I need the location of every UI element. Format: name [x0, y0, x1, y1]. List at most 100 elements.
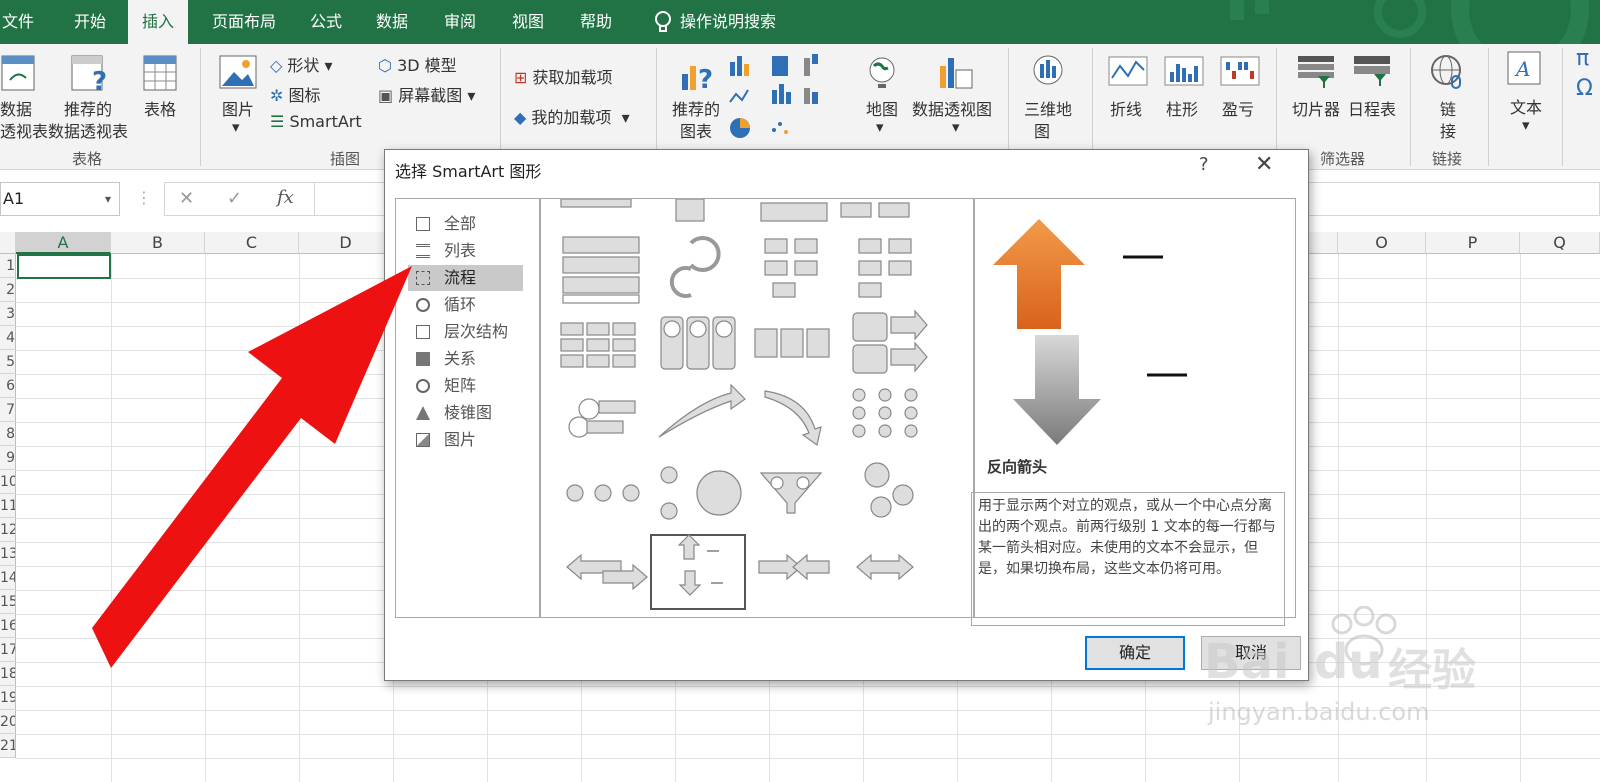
cancel-entry-icon[interactable]: ✕	[179, 188, 194, 209]
pivot-table-label-1[interactable]: 数据	[0, 96, 32, 120]
row-header[interactable]: 13	[0, 542, 16, 566]
row-header[interactable]: 18	[0, 662, 16, 686]
map-dropdown-caret[interactable]: ▾	[876, 118, 884, 136]
row-header[interactable]: 9	[0, 446, 16, 470]
pivot-chart-label[interactable]: 数据透视图	[912, 96, 992, 120]
tab-page-layout[interactable]: 页面布局	[198, 0, 290, 44]
category-label: 图片	[444, 430, 477, 449]
shapes-icon: ◇	[270, 56, 283, 75]
my-addins-button[interactable]: ◆ 我的加载项 ▾	[514, 104, 630, 128]
category-relationship[interactable]: 关系	[408, 346, 523, 372]
sparkline-column-label[interactable]: 柱形	[1166, 96, 1198, 120]
row-header[interactable]: 2	[0, 278, 16, 302]
3d-map-icon	[1033, 55, 1063, 85]
close-button[interactable]: ✕	[1255, 152, 1273, 177]
column-header-a[interactable]: A	[16, 232, 111, 254]
pivot-table-label-2[interactable]: 透视表	[0, 118, 48, 142]
row-header[interactable]: 1	[0, 254, 16, 278]
tab-help[interactable]: 帮助	[566, 0, 626, 44]
icons-button[interactable]: ✲ 图标	[270, 82, 321, 106]
column-header-d[interactable]: D	[299, 232, 393, 254]
tab-file[interactable]: 文件	[0, 0, 48, 44]
row-header[interactable]: 16	[0, 614, 16, 638]
category-cycle[interactable]: 循环	[408, 292, 523, 318]
row-header[interactable]: 21	[0, 734, 16, 758]
category-matrix[interactable]: 矩阵	[408, 373, 523, 399]
smartart-button[interactable]: ☰ SmartArt	[270, 112, 362, 131]
row-header[interactable]: 7	[0, 398, 16, 422]
picture-dropdown-caret[interactable]: ▾	[232, 118, 240, 136]
picture-label[interactable]: 图片	[222, 96, 254, 120]
tab-insert[interactable]: 插入	[128, 0, 189, 44]
select-all-corner[interactable]	[0, 232, 16, 254]
row-header[interactable]: 15	[0, 590, 16, 614]
column-header-q[interactable]: Q	[1520, 232, 1600, 254]
link-label-1[interactable]: 链	[1440, 96, 1456, 120]
row-gridline	[16, 758, 1600, 759]
sparkline-line-label[interactable]: 折线	[1110, 96, 1142, 120]
column-header-b[interactable]: B	[111, 232, 205, 254]
category-pyramid[interactable]: 棱锥图	[408, 400, 523, 426]
recommended-charts-label-1[interactable]: 推荐的	[672, 96, 720, 120]
column-header-o[interactable]: O	[1338, 232, 1426, 254]
get-addins-button[interactable]: ⊞ 获取加载项	[514, 64, 613, 88]
table-label[interactable]: 表格	[144, 96, 176, 120]
row-header[interactable]: 10	[0, 470, 16, 494]
tab-formulas[interactable]: 公式	[296, 0, 356, 44]
screenshot-button[interactable]: ▣ 屏幕截图 ▾	[378, 82, 475, 106]
3d-map-label-1[interactable]: 三维地	[1024, 96, 1072, 120]
map-label[interactable]: 地图	[866, 96, 898, 120]
sparkline-line-icon	[1108, 56, 1148, 86]
group-label-illustrations: 插图	[330, 150, 361, 168]
row-header[interactable]: 19	[0, 686, 16, 710]
active-cell-a1[interactable]	[17, 254, 111, 279]
tab-home[interactable]: 开始	[60, 0, 120, 44]
category-label: 全部	[444, 214, 477, 233]
confirm-entry-icon[interactable]: ✓	[227, 188, 242, 209]
category-picture[interactable]: 图片	[408, 427, 523, 453]
text-label[interactable]: 文本	[1510, 94, 1542, 118]
recommended-charts-label-2[interactable]: 图表	[680, 118, 712, 142]
3d-models-button[interactable]: ⬡ 3D 模型	[378, 52, 457, 76]
drag-handle-icon[interactable]: ⋮	[136, 188, 152, 207]
row-header[interactable]: 8	[0, 422, 16, 446]
insert-function-icon[interactable]: fx	[277, 187, 294, 208]
category-list-item[interactable]: 列表	[408, 238, 523, 264]
sparkline-winloss-label[interactable]: 盈亏	[1222, 96, 1254, 120]
tab-data[interactable]: 数据	[362, 0, 422, 44]
link-label-2[interactable]: 接	[1440, 118, 1456, 142]
3d-map-label-2[interactable]: 图	[1034, 118, 1050, 142]
equation-icon[interactable]: π	[1576, 46, 1589, 71]
ok-button[interactable]: 确定	[1085, 636, 1185, 670]
category-process[interactable]: 流程	[408, 265, 523, 291]
column-header-p[interactable]: P	[1426, 232, 1520, 254]
row-header[interactable]: 12	[0, 518, 16, 542]
row-header[interactable]: 5	[0, 350, 16, 374]
row-header[interactable]: 3	[0, 302, 16, 326]
symbol-icon[interactable]: Ω	[1576, 76, 1593, 101]
column-header-c[interactable]: C	[205, 232, 299, 254]
row-header[interactable]: 11	[0, 494, 16, 518]
category-hierarchy[interactable]: 层次结构	[408, 319, 523, 345]
timeline-label[interactable]: 日程表	[1348, 96, 1396, 120]
row-header[interactable]: 17	[0, 638, 16, 662]
shapes-button[interactable]: ◇ 形状 ▾	[270, 52, 333, 76]
tell-me-search[interactable]: 操作说明搜索	[640, 0, 790, 44]
row-header[interactable]: 6	[0, 374, 16, 398]
chevron-down-icon[interactable]: ▾	[105, 183, 111, 215]
recommended-pivot-icon: ?	[71, 55, 107, 94]
row-header[interactable]: 20	[0, 710, 16, 734]
row-header[interactable]: 4	[0, 326, 16, 350]
name-box[interactable]: A1 ▾	[0, 182, 120, 216]
tab-review[interactable]: 审阅	[430, 0, 490, 44]
text-dropdown-caret[interactable]: ▾	[1522, 116, 1530, 134]
chart-type-icons[interactable]	[728, 52, 858, 148]
help-button[interactable]: ?	[1199, 154, 1209, 175]
category-all[interactable]: 全部	[408, 211, 523, 237]
recommended-pivot-label-1[interactable]: 推荐的	[64, 96, 112, 120]
slicer-label[interactable]: 切片器	[1292, 96, 1340, 120]
pivot-chart-dropdown-caret[interactable]: ▾	[952, 118, 960, 136]
row-header[interactable]: 14	[0, 566, 16, 590]
tab-view[interactable]: 视图	[498, 0, 558, 44]
recommended-pivot-label-2[interactable]: 数据透视表	[48, 118, 128, 142]
